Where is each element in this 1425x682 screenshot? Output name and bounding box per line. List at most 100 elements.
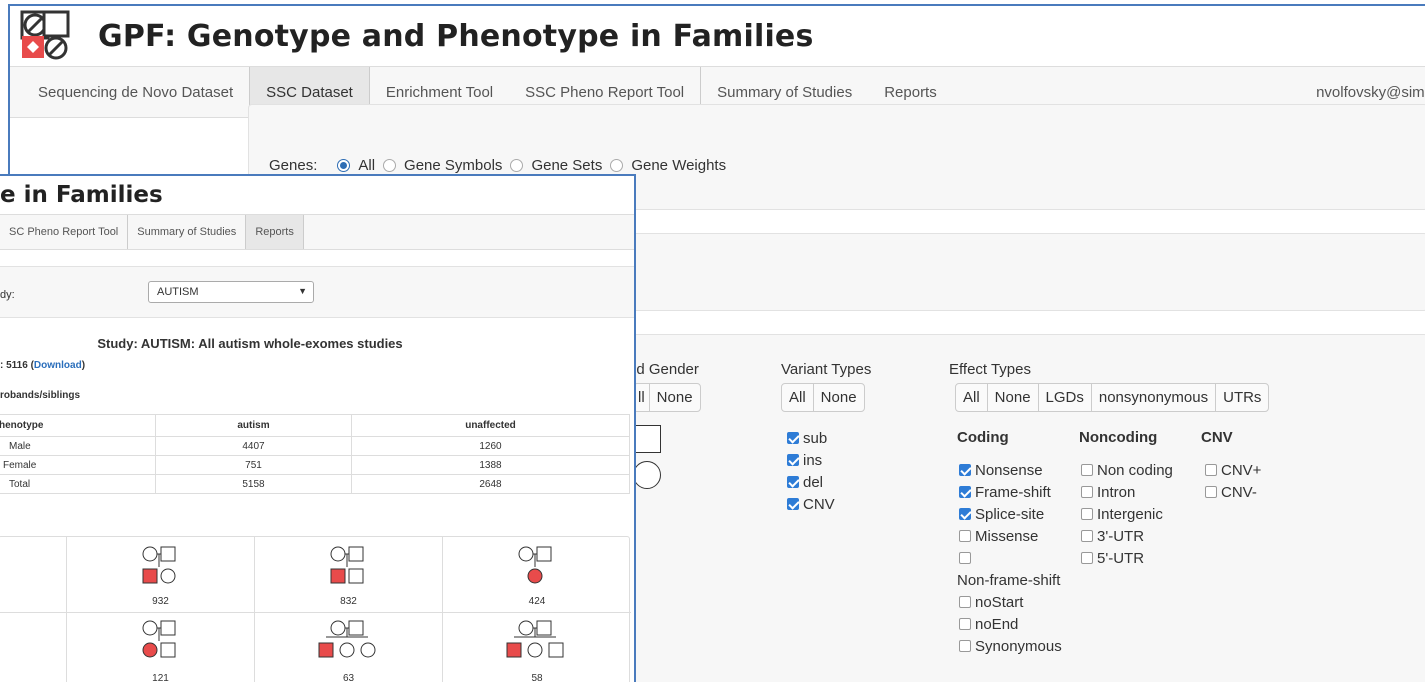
variant-types-none-button[interactable]: None [814,384,864,411]
effect-types-label: Effect Types [949,361,1031,378]
checkbox-icon[interactable] [1081,552,1093,564]
effect-option-3utr[interactable]: 3'-UTR [1081,525,1173,547]
checkbox-icon[interactable] [1205,486,1217,498]
effect-option-label: Intergenic [1097,505,1163,523]
checkbox-icon[interactable] [787,476,799,488]
checkbox-icon[interactable] [959,530,971,542]
effect-option-label: Intron [1097,483,1136,501]
variant-option-label: CNV [803,495,835,513]
pedigree-icon [518,546,552,584]
front-nav-reports[interactable]: Reports [246,215,304,249]
family-count-value: 424 [528,596,546,607]
genes-symbols-radio[interactable] [383,159,397,172]
checkbox-icon[interactable] [1081,464,1093,476]
checkbox-icon[interactable] [1081,530,1093,542]
effect-option-label: Frame-shift [975,483,1051,501]
pedigree-icon [142,620,176,658]
pedigree-cell[interactable]: 424 [443,537,631,613]
effect-option-non-frame-shift[interactable] [959,547,1062,569]
effect-all-button[interactable]: All [956,384,988,411]
pedigree-cell[interactable]: 832 [255,537,443,613]
effect-utrs-button[interactable]: UTRs [1216,384,1268,411]
nav-sequencing-de-novo[interactable]: Sequencing de Novo Dataset [10,67,249,117]
child-gender-label: ld Gender [633,361,699,378]
checkbox-icon[interactable] [787,454,799,466]
genes-symbols-label: Gene Symbols [404,157,503,174]
front-nav-ssc-pheno-report-tool[interactable]: SC Pheno Report Tool [0,215,129,249]
front-nav-summary-of-studies[interactable]: Summary of Studies [128,215,247,249]
study-select[interactable]: AUTISM ▼ [148,281,314,303]
table-header-unaffected: unaffected [351,414,630,437]
child-gender-buttons: ll None [633,383,701,412]
effect-option-synonymous[interactable]: Synonymous [959,635,1062,657]
effect-none-button[interactable]: None [988,384,1039,411]
effect-lgds-button[interactable]: LGDs [1039,384,1092,411]
effect-option-label: noStart [975,593,1024,611]
checkbox-icon[interactable] [959,464,971,476]
checkbox-icon[interactable] [959,618,971,630]
effect-option-nonsense[interactable]: Nonsense [959,459,1062,481]
variant-option-del[interactable]: del [787,471,835,493]
family-count-value: 121 [152,673,169,682]
effect-option-frame-shift[interactable]: Frame-shift [959,481,1062,503]
checkbox-icon[interactable] [959,596,971,608]
checkbox-icon[interactable] [959,486,971,498]
family-count-value: 63 [342,673,355,682]
genes-all-radio[interactable] [337,159,351,172]
noncoding-options: Non coding Intron Intergenic 3'-UTR 5'-U… [1081,459,1173,569]
effect-option-intergenic[interactable]: Intergenic [1081,503,1173,525]
effect-option-cnv-minus[interactable]: CNV- [1205,481,1261,503]
variant-option-ins[interactable]: ins [787,449,835,471]
effect-option-splice-site[interactable]: Splice-site [959,503,1062,525]
female-symbol-icon[interactable] [633,461,661,489]
pedigree-icon [318,620,376,658]
child-gender-none-button[interactable]: None [650,384,700,411]
variant-types-buttons: All None [781,383,865,412]
coding-heading: Coding [957,429,1009,446]
effect-option-non-coding[interactable]: Non coding [1081,459,1173,481]
effect-nonsynonymous-button[interactable]: nonsynonymous [1092,384,1217,411]
pedigree-cell [0,537,67,613]
coding-options: Nonsense Frame-shift Splice-site Missens… [957,459,1062,657]
genes-sets-radio[interactable] [510,159,524,172]
checkbox-icon[interactable] [1081,508,1093,520]
effect-option-label: 5'-UTR [1097,549,1145,567]
genes-weights-radio[interactable] [610,159,624,172]
variant-types-label: Variant Types [781,361,872,378]
row-label: Total [0,474,156,494]
effect-option-nostart[interactable]: noStart [959,591,1062,613]
checkbox-icon[interactable] [787,498,799,510]
effect-types-buttons: All None LGDs nonsynonymous UTRs [955,383,1270,412]
effect-option-label: Nonsense [975,461,1043,479]
effect-option-5utr[interactable]: 5'-UTR [1081,547,1173,569]
variant-types-all-button[interactable]: All [782,384,814,411]
study-select-value: AUTISM [157,286,199,298]
effect-option-intron[interactable]: Intron [1081,481,1173,503]
effect-option-cnv-plus[interactable]: CNV+ [1205,459,1261,481]
genes-label: Genes: [269,157,318,174]
pedigree-cell[interactable]: 121 [67,613,255,682]
variant-option-sub[interactable]: sub [787,427,835,449]
pedigree-cell[interactable]: 63 [255,613,443,682]
pedigree-cell[interactable]: 58 [443,613,631,682]
table-row: Total 5158 2648 [0,474,630,494]
checkbox-icon[interactable] [1205,464,1217,476]
pedigree-cell[interactable]: 932 [67,537,255,613]
checkbox-icon[interactable] [1081,486,1093,498]
variant-option-label: sub [803,429,828,447]
male-symbol-icon[interactable] [633,425,661,453]
effect-option-noend[interactable]: noEnd [959,613,1062,635]
effect-option-missense[interactable]: Missense [959,525,1062,547]
gpf-logo-icon[interactable] [20,10,72,62]
checkbox-icon[interactable] [959,508,971,520]
checkbox-icon[interactable] [959,552,971,564]
child-gender-all-button[interactable]: ll [634,384,650,411]
effect-option-non-frame-shift-label: Non-frame-shift [957,571,1061,589]
genes-radio-row: Genes: All Gene Symbols Gene Sets Gene W… [269,157,726,174]
variant-option-cnv[interactable]: CNV [787,493,835,515]
app-header: GPF: Genotype and Phenotype in Families [10,6,1425,66]
checkbox-icon[interactable] [787,432,799,444]
download-link[interactable]: Download [34,360,82,371]
cnv-options: CNV+ CNV- [1205,459,1261,503]
checkbox-icon[interactable] [959,640,971,652]
